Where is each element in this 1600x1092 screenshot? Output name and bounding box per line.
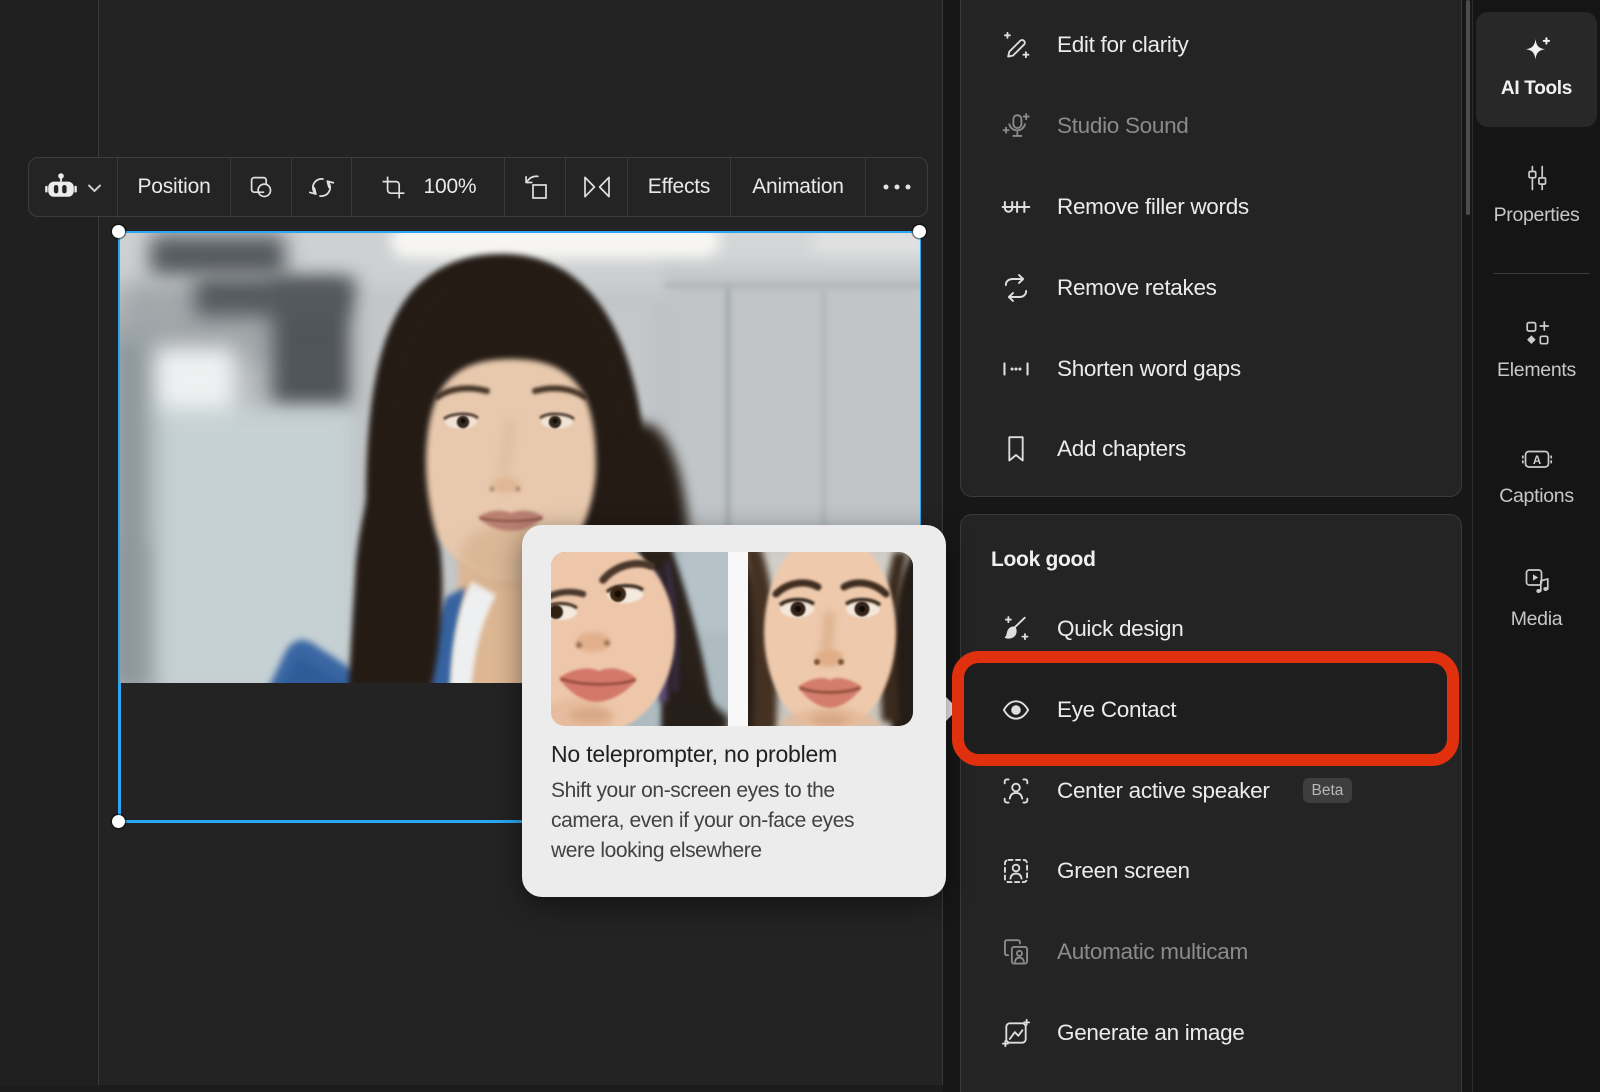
svg-text:A: A (1532, 455, 1540, 467)
